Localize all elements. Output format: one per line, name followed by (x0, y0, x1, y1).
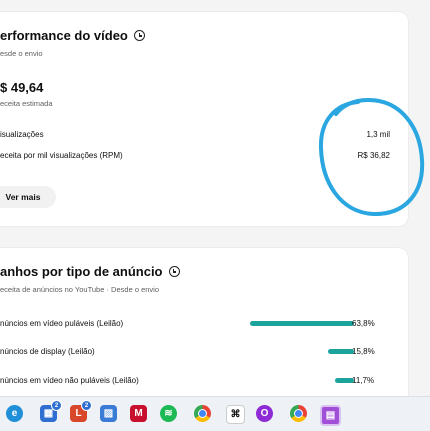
chrome-profile-icon[interactable] (290, 405, 307, 422)
estimated-revenue-value: $ 49,64 (0, 80, 44, 95)
rpm-label: eceita por mil visualizações (RPM) (0, 151, 123, 160)
photos-icon[interactable]: ▨ (100, 405, 117, 422)
office-icon[interactable]: L 2 (70, 400, 92, 422)
see-more-button[interactable]: Ver mais (0, 186, 56, 208)
app-icon[interactable]: ▤ (320, 405, 341, 426)
ad-type-percent: 63,8% (352, 319, 375, 328)
edge-icon[interactable]: e (6, 405, 23, 422)
ad-type-label: núncios de display (Leilão) (0, 347, 95, 356)
performance-subtitle: esde o envio (0, 49, 43, 58)
chrome-icon[interactable] (194, 405, 211, 422)
ad-types-title: anhos por tipo de anúncio (0, 264, 163, 279)
video-performance-card: erformance do vídeo esde o envio $ 49,64… (0, 12, 408, 226)
store-icon[interactable]: ▦ 2 (40, 400, 62, 422)
ad-type-bar-track (250, 378, 354, 383)
performance-title-wrap: erformance do vídeo (0, 28, 145, 43)
views-value: 1,3 mil (366, 130, 390, 139)
mcafee-icon[interactable]: M (130, 405, 147, 422)
clock-icon (168, 266, 180, 277)
opera-icon[interactable]: O (256, 405, 273, 422)
views-label: isualizações (0, 130, 44, 139)
ad-type-earnings-card: anhos por tipo de anúncio eceita de anún… (0, 248, 408, 408)
ad-type-label: núncios em vídeo puláveis (Leilão) (0, 319, 124, 328)
ad-type-bar (328, 349, 354, 354)
notification-badge: 2 (81, 400, 92, 411)
ad-type-percent: 11,7% (352, 376, 375, 385)
capcut-icon[interactable]: ⌘ (226, 405, 245, 424)
ad-types-title-wrap: anhos por tipo de anúncio (0, 264, 180, 279)
taskbar: e ▦ 2 L 2 ▨ M ≋ ⌘ O ▤ (0, 396, 430, 431)
spotify-icon[interactable]: ≋ (160, 405, 177, 422)
estimated-revenue-label: eceita estimada (0, 99, 53, 108)
ad-type-bar-track (250, 321, 354, 326)
ad-type-bar (250, 321, 354, 326)
performance-title: erformance do vídeo (0, 28, 128, 43)
ad-type-label: núncios em vídeo não puláveis (Leilão) (0, 376, 139, 385)
notification-badge: 2 (51, 400, 62, 411)
rpm-value: R$ 36,82 (357, 151, 390, 160)
ad-type-bar-track (250, 349, 354, 354)
clock-icon (133, 30, 145, 41)
ad-type-percent: 15,8% (352, 347, 375, 356)
ad-types-subtitle: eceita de anúncios no YouTube · Desde o … (0, 285, 160, 294)
